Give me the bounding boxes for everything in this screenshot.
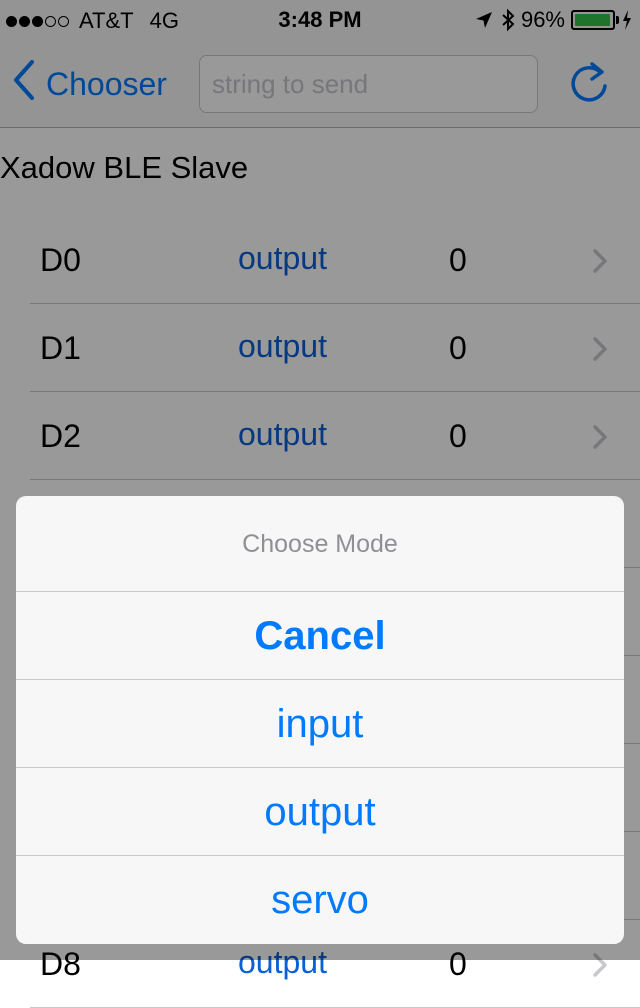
cancel-button[interactable]: Cancel (16, 592, 624, 680)
mode-option-servo[interactable]: servo (16, 856, 624, 944)
mode-option-output[interactable]: output (16, 768, 624, 856)
action-sheet-title: Choose Mode (16, 496, 624, 592)
app-screen: AT&T 4G 3:48 PM 96% Chooser string to se… (0, 0, 640, 1008)
choose-mode-action-sheet: Choose Mode Cancel input output servo (16, 496, 624, 944)
mode-option-input[interactable]: input (16, 680, 624, 768)
